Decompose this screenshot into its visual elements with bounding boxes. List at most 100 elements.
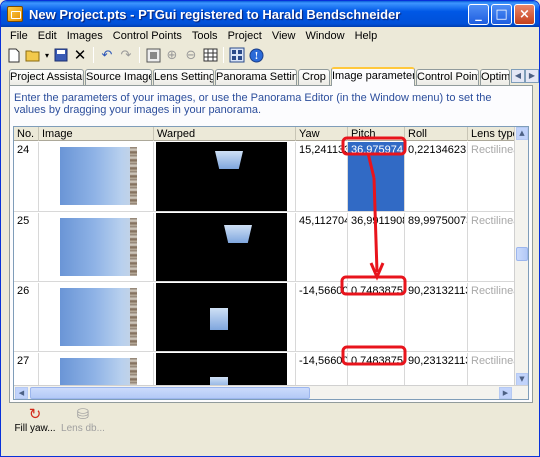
- table-row[interactable]: 27 -14,5660052 0,748387503 90,2313211312…: [14, 353, 528, 387]
- column-header-image[interactable]: Image: [39, 127, 154, 141]
- cell-pitch-selected[interactable]: 36,97597486: [348, 142, 405, 211]
- tab-strip: Project Assistant Source Images Lens Set…: [9, 67, 539, 86]
- cell-pitch[interactable]: 36,99119087: [348, 213, 405, 281]
- menu-project[interactable]: Project: [223, 27, 267, 45]
- cell-roll[interactable]: 90,2313211312: [405, 353, 468, 386]
- window-title: New Project.pts - PTGui registered to Ha…: [29, 6, 401, 22]
- column-header-warped[interactable]: Warped: [154, 127, 296, 141]
- cell-roll[interactable]: 0,2213462310: [405, 142, 468, 211]
- toolbar: ▾ ✕ ↶ ↷ ⊕ ⊖ !: [1, 45, 539, 65]
- cell-yaw[interactable]: 15,2411339: [296, 142, 348, 211]
- image-thumbnail: [60, 288, 137, 346]
- lens-db-label: Lens db...: [61, 423, 105, 434]
- cell-image: [39, 142, 154, 211]
- cell-yaw[interactable]: -14,5660052: [296, 353, 348, 386]
- menu-view[interactable]: View: [267, 27, 301, 45]
- toolbar-separator: [139, 47, 140, 63]
- grid-header: No. Image Warped Yaw Pitch Roll Lens typ…: [14, 127, 528, 141]
- toolbar-separator: [93, 47, 94, 63]
- grid-icon[interactable]: [201, 46, 219, 64]
- tab-image-parameters[interactable]: Image parameters: [331, 67, 415, 86]
- cell-pitch[interactable]: 0,748387503: [348, 283, 405, 351]
- fill-yaw-button[interactable]: ↻ Fill yaw...: [9, 405, 61, 434]
- tab-scroll-left-icon[interactable]: ◀: [511, 69, 525, 83]
- table-row[interactable]: 25 45,1127047 36,99119087 89,9975007373 …: [14, 213, 528, 282]
- tab-scroll-right-icon[interactable]: ▶: [525, 69, 539, 83]
- tab-control-points[interactable]: Control Points: [416, 69, 479, 85]
- cell-image: [39, 353, 154, 386]
- maximize-button[interactable]: □: [491, 4, 512, 25]
- scroll-left-icon[interactable]: ◀: [15, 387, 28, 399]
- refresh-icon: ↻: [28, 405, 42, 423]
- menu-images[interactable]: Images: [62, 27, 108, 45]
- cell-warped: [154, 142, 296, 211]
- horizontal-scrollbar[interactable]: ◀ ▶: [14, 385, 528, 399]
- cell-pitch[interactable]: 0,748387503: [348, 353, 405, 386]
- cell-warped: [154, 353, 296, 386]
- zoom-in-icon[interactable]: ⊕: [163, 46, 181, 64]
- cell-no: 24: [14, 142, 39, 211]
- tab-crop[interactable]: Crop: [298, 69, 330, 85]
- column-header-yaw[interactable]: Yaw: [296, 127, 348, 141]
- cell-roll[interactable]: 89,9975007373: [405, 213, 468, 281]
- svg-text:!: !: [254, 52, 258, 62]
- tab-source-images[interactable]: Source Images: [85, 69, 152, 85]
- minimize-button[interactable]: _: [468, 4, 489, 25]
- menu-control-points[interactable]: Control Points: [108, 27, 187, 45]
- cell-warped: [154, 283, 296, 351]
- column-header-roll[interactable]: Roll: [405, 127, 468, 141]
- scroll-up-icon[interactable]: ▲: [516, 127, 528, 140]
- undo-icon[interactable]: ↶: [98, 46, 116, 64]
- cell-image: [39, 213, 154, 281]
- image-parameters-grid: No. Image Warped Yaw Pitch Roll Lens typ…: [13, 126, 529, 400]
- menu-edit[interactable]: Edit: [33, 27, 62, 45]
- tab-project-assistant[interactable]: Project Assistant: [9, 69, 84, 85]
- lens-icon: ⛁: [76, 405, 90, 423]
- new-icon[interactable]: [5, 46, 23, 64]
- cell-warped: [154, 213, 296, 281]
- tab-panorama-settings[interactable]: Panorama Settings: [215, 69, 297, 85]
- title-bar[interactable]: New Project.pts - PTGui registered to Ha…: [1, 1, 539, 27]
- panorama-editor-icon[interactable]: [228, 46, 246, 64]
- app-window: New Project.pts - PTGui registered to Ha…: [0, 0, 540, 457]
- tab-optimizer[interactable]: Optim: [480, 69, 510, 85]
- cell-roll[interactable]: 90,2313211312: [405, 283, 468, 351]
- menu-tools[interactable]: Tools: [187, 27, 223, 45]
- instruction-text: Enter the parameters of your images, or …: [14, 92, 492, 116]
- tab-lens-settings[interactable]: Lens Settings: [153, 69, 214, 85]
- save-icon[interactable]: [52, 46, 70, 64]
- cell-no: 25: [14, 213, 39, 281]
- table-row[interactable]: 24 15,2411339 36,97597486 0,2213462310 R…: [14, 142, 528, 212]
- warped-preview: [156, 353, 287, 386]
- settings-icon[interactable]: [144, 46, 162, 64]
- zoom-out-icon[interactable]: ⊖: [182, 46, 200, 64]
- cell-no: 27: [14, 353, 39, 386]
- cell-yaw[interactable]: -14,5660052: [296, 283, 348, 351]
- warped-preview: [156, 142, 287, 211]
- dropdown-arrow-icon[interactable]: ▾: [43, 46, 51, 64]
- info-icon[interactable]: !: [247, 46, 265, 64]
- vertical-scrollbar[interactable]: ▲ ▼: [514, 127, 528, 386]
- cell-image: [39, 283, 154, 351]
- close-button[interactable]: ×: [514, 4, 535, 25]
- horizontal-scroll-thumb[interactable]: [30, 387, 310, 399]
- redo-icon[interactable]: ↷: [117, 46, 135, 64]
- open-icon[interactable]: [24, 46, 42, 64]
- menu-help[interactable]: Help: [350, 27, 383, 45]
- toolbar-separator: [223, 47, 224, 63]
- bottom-actions: ↻ Fill yaw... ⛁ Lens db...: [9, 405, 533, 449]
- warped-preview: [156, 213, 287, 281]
- image-thumbnail: [60, 218, 137, 276]
- scroll-right-icon[interactable]: ▶: [499, 387, 512, 399]
- table-row[interactable]: 26 -14,5660052 0,748387503 90,2313211312…: [14, 283, 528, 352]
- cell-yaw[interactable]: 45,1127047: [296, 213, 348, 281]
- image-thumbnail: [60, 358, 137, 386]
- delete-icon[interactable]: ✕: [71, 46, 89, 64]
- menu-window[interactable]: Window: [300, 27, 349, 45]
- ptgui-app-icon: [7, 6, 23, 22]
- vertical-scroll-thumb[interactable]: [516, 247, 528, 261]
- column-header-no[interactable]: No.: [14, 127, 39, 141]
- menu-file[interactable]: File: [5, 27, 33, 45]
- column-header-pitch[interactable]: Pitch: [348, 127, 405, 141]
- lens-db-button[interactable]: ⛁ Lens db...: [57, 405, 109, 434]
